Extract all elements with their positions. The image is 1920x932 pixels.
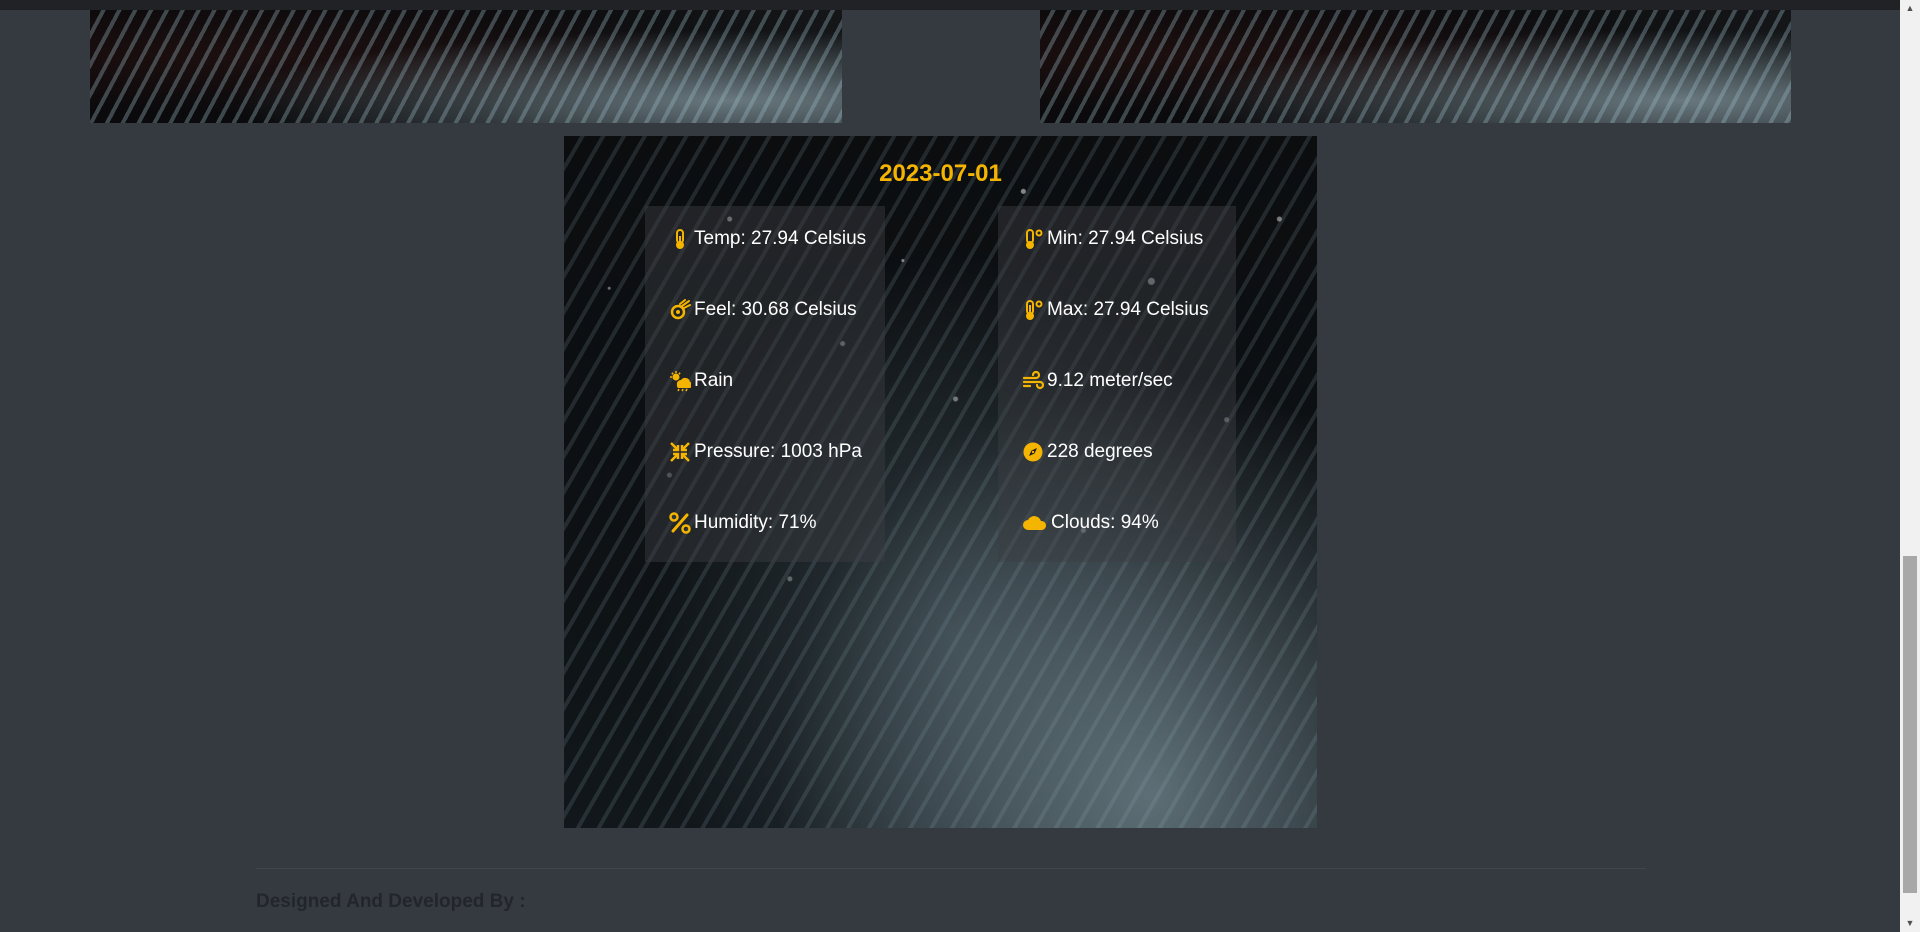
- browser-top-edge: [0, 0, 1900, 10]
- weather-forecast-page: 2023-07-01 Temp: 27.94 Celsius Feel: 30.…: [0, 0, 1920, 932]
- clouds-item: Clouds: 94%: [1022, 512, 1159, 534]
- temp-text: Temp: 27.94 Celsius: [694, 228, 867, 249]
- feel-text: Feel: 30.68 Celsius: [694, 299, 857, 320]
- page-scrollbar[interactable]: ▲ ▼: [1900, 0, 1920, 932]
- wind-speed-text: 9.12 meter/sec: [1047, 370, 1173, 391]
- condition-text: Rain: [694, 370, 734, 391]
- compress-arrows-icon: [669, 441, 691, 463]
- temp-item: Temp: 27.94 Celsius: [669, 228, 866, 250]
- scroll-up-arrow-icon[interactable]: ▲: [1900, 0, 1920, 17]
- clouds-text: Clouds: 94%: [1051, 512, 1159, 533]
- min-temp-text: Min: 27.94 Celsius: [1047, 228, 1204, 249]
- feel-item: Feel: 30.68 Celsius: [669, 299, 857, 321]
- meteor-icon: [669, 299, 691, 321]
- condition-item: Rain: [669, 370, 733, 392]
- weather-details-panel-left: Temp: 27.94 Celsius Feel: 30.68 Celsius …: [645, 206, 885, 562]
- scroll-down-arrow-icon[interactable]: ▼: [1900, 915, 1920, 932]
- temperature-low-icon: [1022, 228, 1044, 250]
- wind-direction-item: 228 degrees: [1022, 441, 1153, 463]
- scrollbar-thumb[interactable]: [1903, 556, 1917, 893]
- weather-details-panel-right: Min: 27.94 Celsius Max: 27.94 Celsius 9.…: [998, 206, 1236, 562]
- wind-direction-text: 228 degrees: [1047, 441, 1153, 462]
- pressure-item: Pressure: 1003 hPa: [669, 441, 862, 463]
- pressure-text: Pressure: 1003 hPa: [694, 441, 862, 462]
- humidity-item: Humidity: 71%: [669, 512, 817, 534]
- footer-credit: Designed And Developed By :: [256, 891, 526, 912]
- forecast-card-previous-left: [90, 10, 842, 123]
- compass-icon: [1022, 441, 1044, 463]
- humidity-text: Humidity: 71%: [694, 512, 817, 533]
- forecast-card: 2023-07-01 Temp: 27.94 Celsius Feel: 30.…: [564, 136, 1317, 828]
- cloud-icon: [1022, 512, 1048, 534]
- cloud-sun-rain-icon: [669, 370, 691, 392]
- temperature-high-icon: [1022, 299, 1044, 321]
- max-temp-text: Max: 27.94 Celsius: [1047, 299, 1209, 320]
- wind-icon: [1022, 370, 1044, 392]
- percent-icon: [669, 512, 691, 534]
- max-temp-item: Max: 27.94 Celsius: [1022, 299, 1209, 321]
- min-temp-item: Min: 27.94 Celsius: [1022, 228, 1203, 250]
- thermometer-half-icon: [669, 228, 691, 250]
- forecast-date: 2023-07-01: [879, 160, 1002, 187]
- wind-speed-item: 9.12 meter/sec: [1022, 370, 1173, 392]
- footer-divider: [256, 868, 1646, 869]
- forecast-card-previous-right: [1040, 10, 1791, 123]
